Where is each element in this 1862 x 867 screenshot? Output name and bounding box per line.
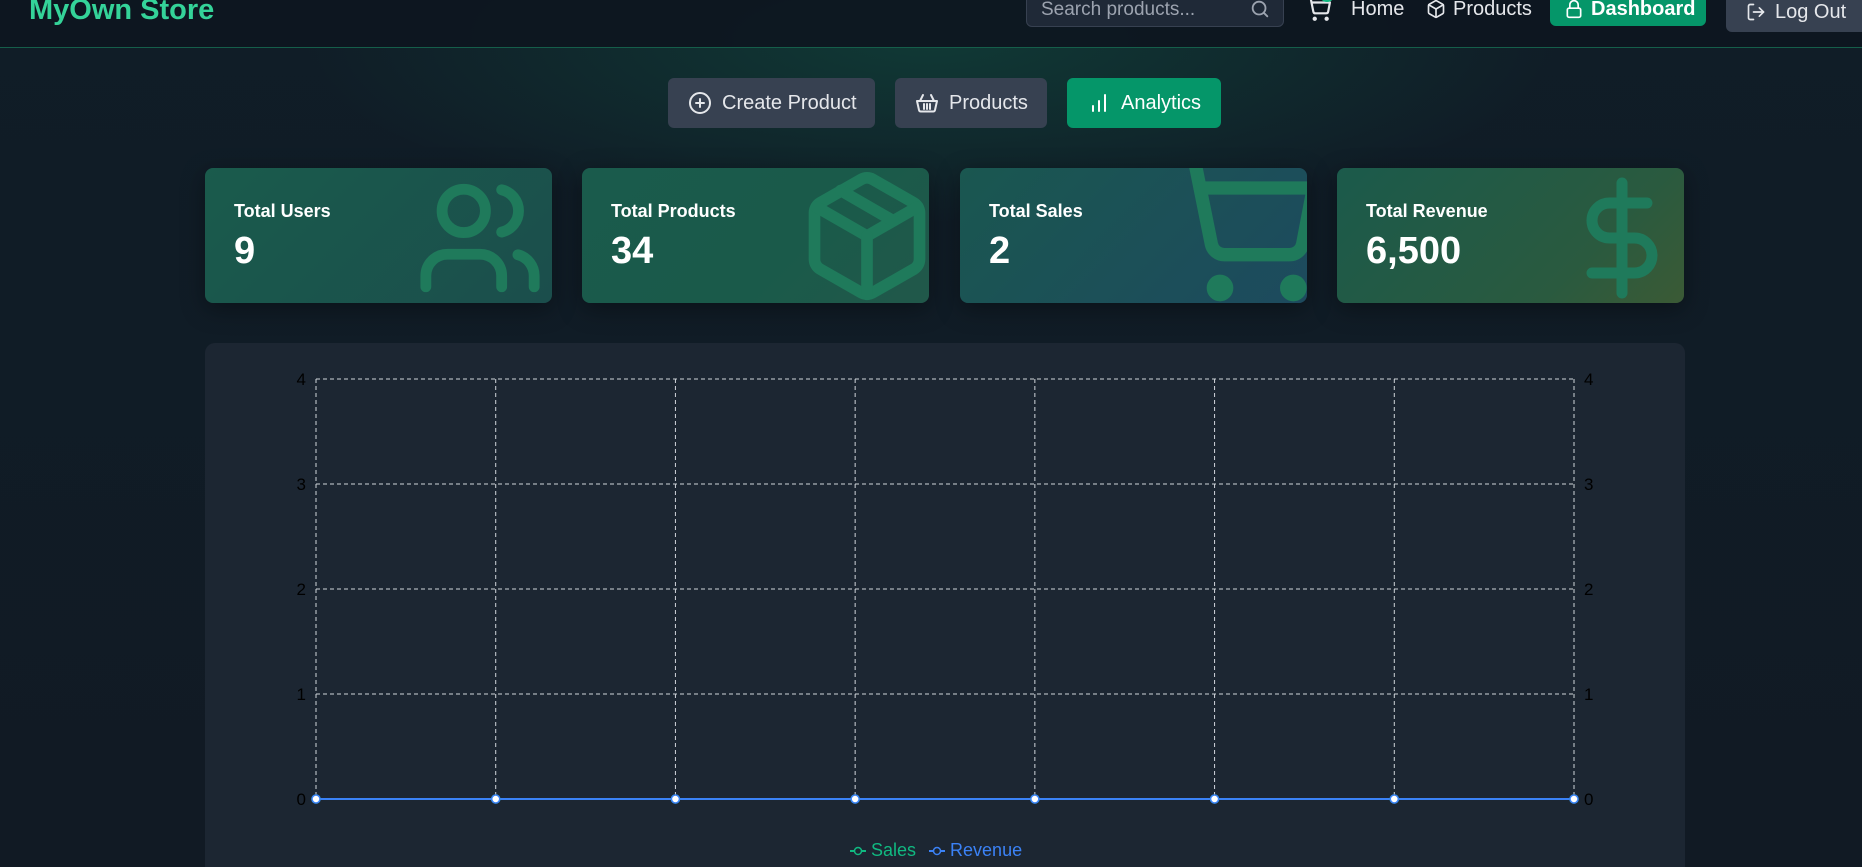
legend-label: Revenue [950,840,1023,860]
chart-legend: Sales Revenue [849,840,1022,861]
search-input[interactable] [1041,0,1241,26]
logout-button[interactable]: Log Out [1726,0,1862,32]
data-point-revenue [670,794,681,804]
legend-item-revenue[interactable]: Revenue [928,840,1022,861]
data-point-revenue [1569,794,1579,804]
cart-button[interactable] [1305,0,1334,22]
bar-chart-icon [1092,94,1106,112]
legend-line-marker-icon [850,846,866,855]
legend-item-sales[interactable]: Sales [849,840,916,861]
stat-value: 9 [234,230,256,272]
tab-create-product-label: Create Product [722,91,857,114]
shopping-cart-icon [1309,0,1331,21]
y2-axis-tick-label: 4 [1584,370,1593,389]
dollar-sign-icon [1586,177,1658,299]
shopping-cart-icon [1189,168,1307,302]
y2-axis-tick-label: 2 [1584,580,1593,599]
nav-products-label: Products [1453,0,1532,20]
y2-axis-tick-label: 0 [1584,790,1593,809]
stat-value: 34 [611,230,654,272]
package-icon [808,172,926,301]
tab-create-product[interactable]: Create Product [668,78,875,128]
nav-products-link[interactable]: Products [1426,0,1532,24]
stat-card-total-revenue: Total Revenue 6,500 [1337,168,1684,303]
logo[interactable]: MyOwn Store [29,0,214,27]
legend-label: Sales [871,840,917,860]
tab-analytics-label: Analytics [1121,91,1202,114]
navbar: MyOwn Store Home Products Dashboard [0,0,1862,48]
logout-label: Log Out [1775,0,1847,23]
stat-card-total-sales: Total Sales 2 [960,168,1307,303]
stat-value: 6,500 [1366,230,1462,272]
legend-line-marker-icon [929,846,946,855]
y-axis-tick-label: 1 [297,685,306,704]
y2-axis-tick-label: 1 [1584,685,1593,704]
data-point-revenue [850,794,860,804]
stat-value: 2 [989,230,1011,272]
log-out-icon [1747,3,1765,21]
tab-products[interactable]: Products [895,78,1047,128]
package-icon [1427,0,1445,19]
y2-axis-tick-label: 3 [1584,475,1593,494]
plus-circle-icon [689,92,711,114]
y-axis-tick-label: 0 [297,790,306,809]
analytics-chart-panel: 0 1 2 3 4 0 1 2 3 4 [205,343,1685,867]
data-point-revenue [311,794,321,804]
stat-label: Total Sales [989,201,1083,221]
y-axis-tick-label: 4 [297,370,306,389]
search-icon[interactable] [1249,0,1271,20]
y-axis-tick-label: 2 [297,580,306,599]
nav-home-label: Home [1351,0,1405,20]
data-point-revenue [1030,794,1040,804]
data-point-revenue [490,794,501,804]
stat-label: Total Products [611,201,736,221]
dashboard-button[interactable]: Dashboard [1550,0,1706,26]
stat-card-total-users: Total Users 9 [205,168,552,303]
lock-icon [1566,0,1582,19]
stat-label: Total Revenue [1366,201,1488,221]
sales-revenue-line-chart: 0 1 2 3 4 0 1 2 3 4 [297,370,1594,809]
data-point-revenue [1209,794,1220,804]
nav-home-link[interactable]: Home [1351,0,1404,24]
users-icon [420,183,540,293]
tab-analytics[interactable]: Analytics [1067,78,1221,128]
dashboard-label: Dashboard [1591,0,1696,20]
stat-label: Total Users [234,201,331,221]
tab-products-label: Products [949,91,1028,114]
stat-card-total-products: Total Products 34 [582,168,929,303]
basket-icon [916,94,938,113]
search-box[interactable] [1026,0,1284,27]
data-point-revenue [1389,794,1400,804]
y-axis-tick-label: 3 [297,475,306,494]
